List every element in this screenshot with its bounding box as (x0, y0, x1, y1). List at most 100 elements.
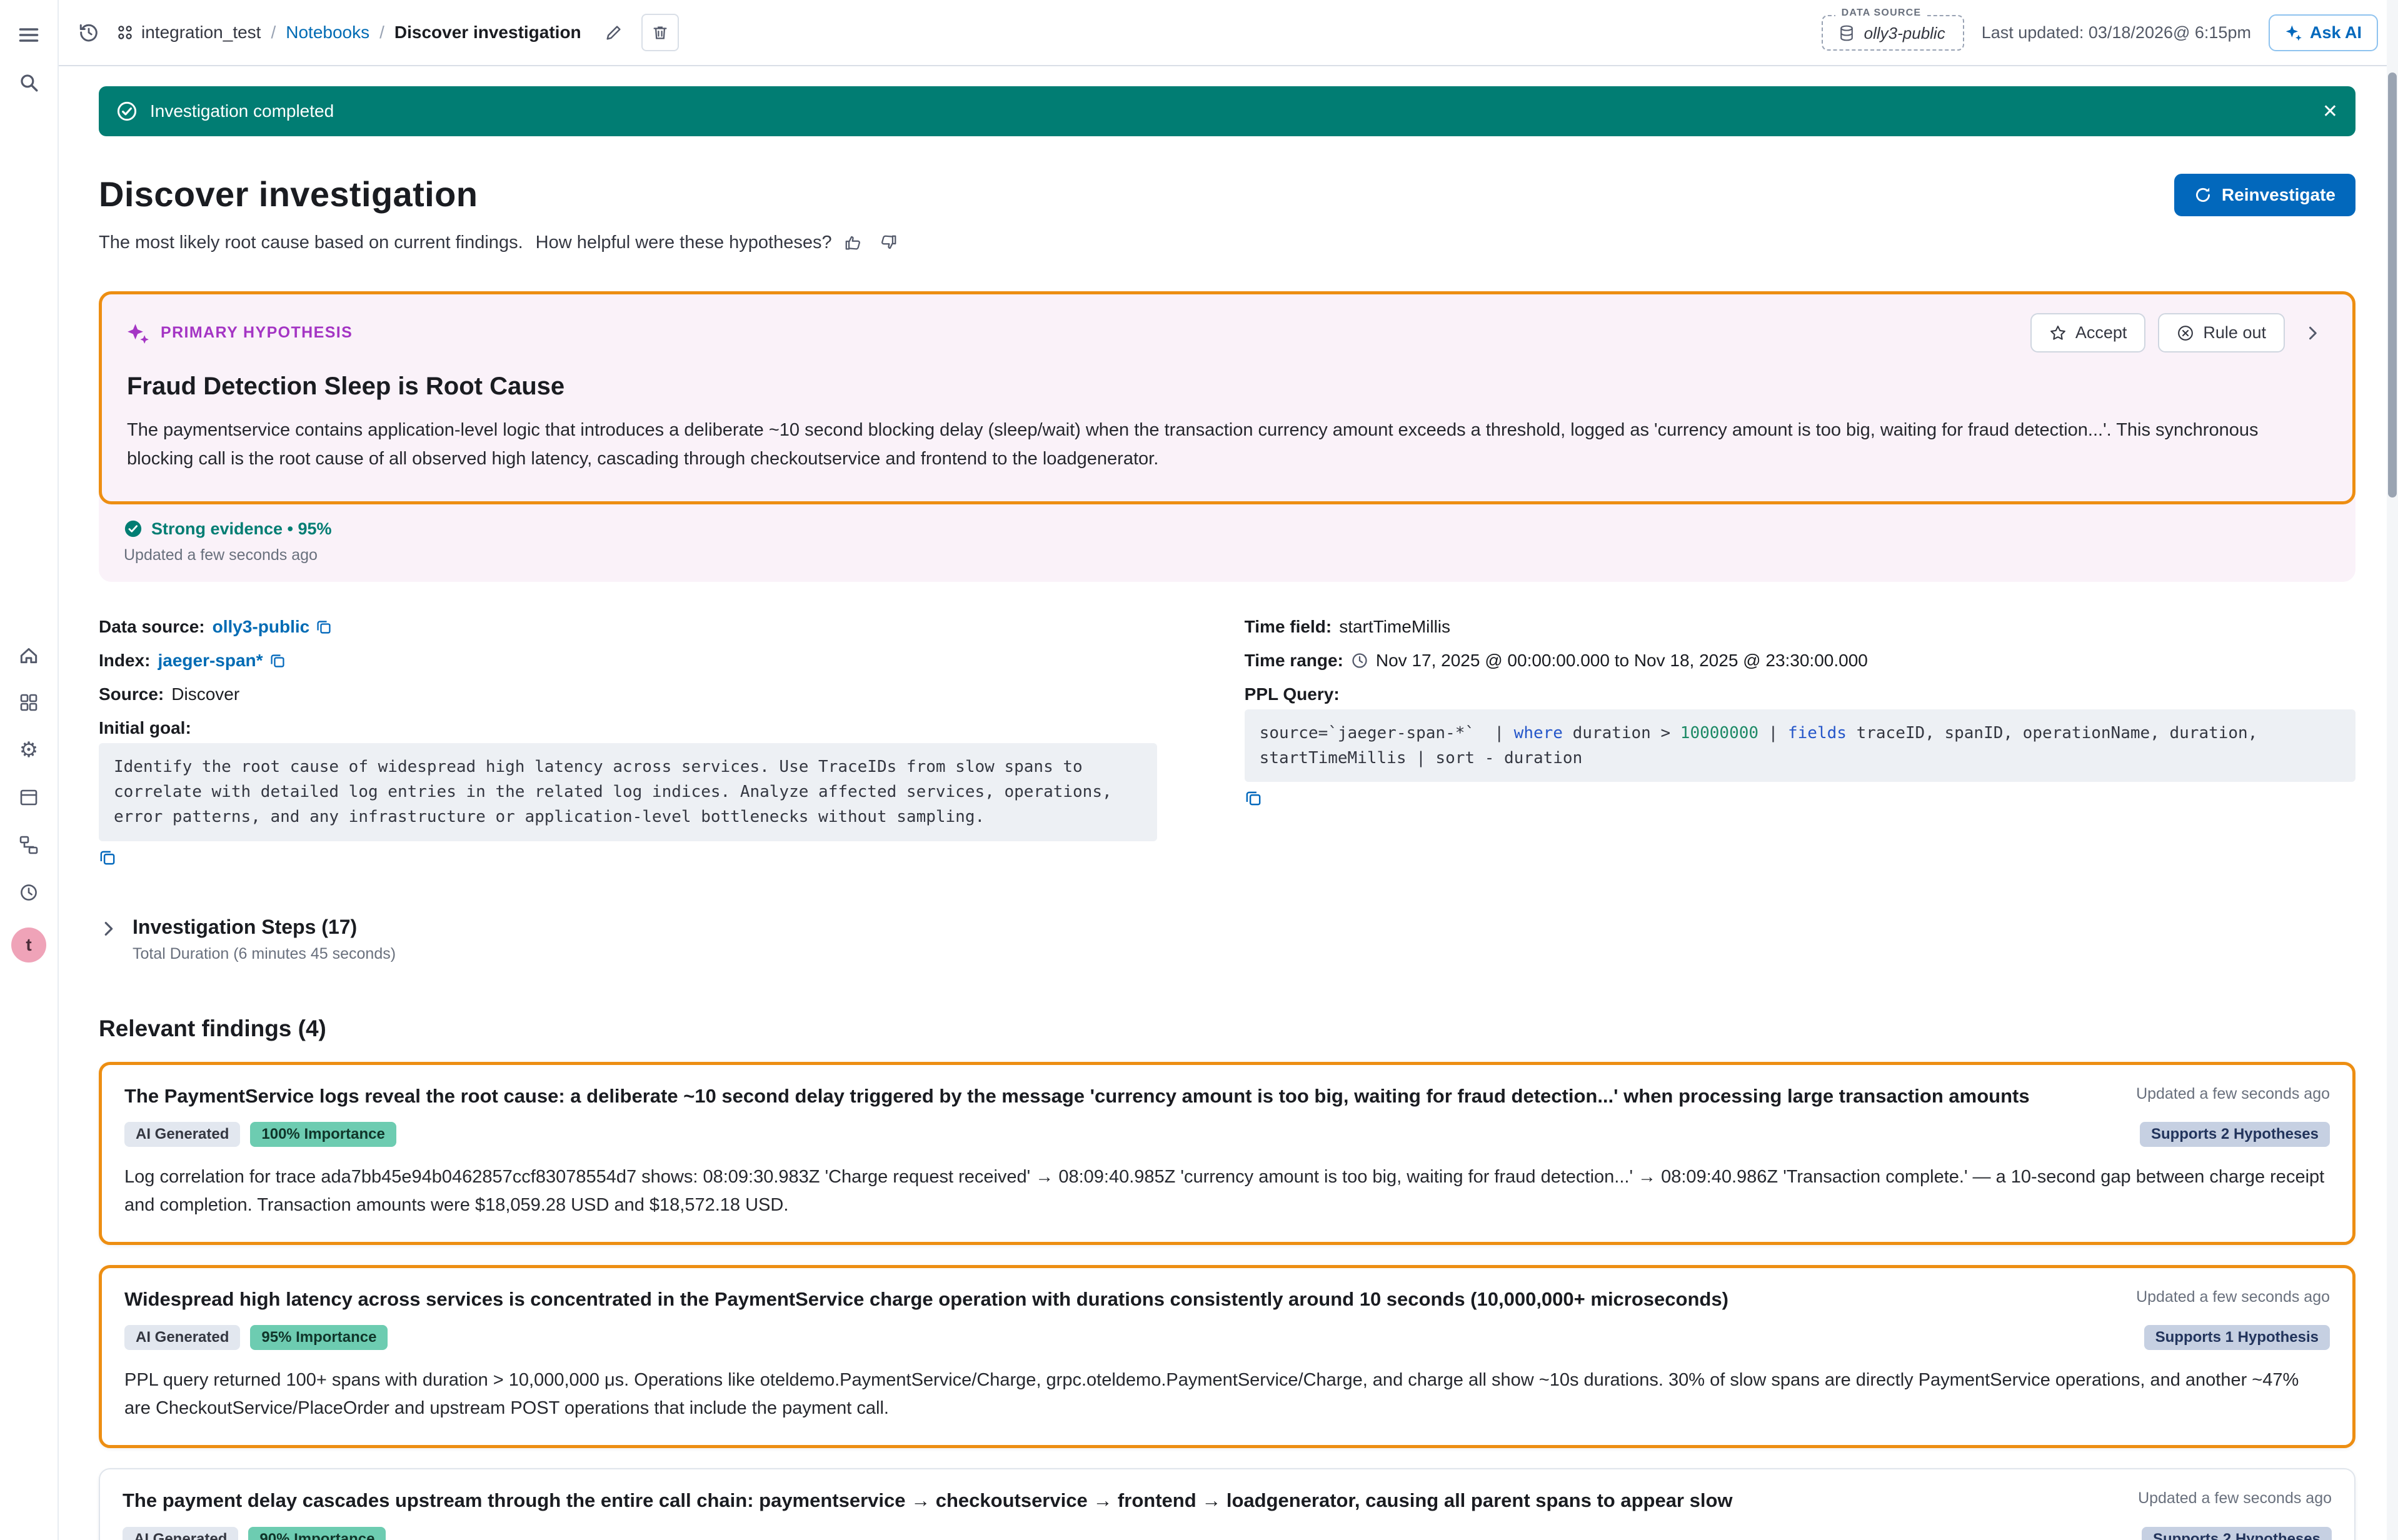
chevron-right-icon (99, 916, 118, 938)
page-title: Discover investigation (99, 174, 478, 214)
hypothesis-expand-button[interactable] (2297, 318, 2327, 348)
menu-button[interactable] (9, 15, 49, 55)
ai-generated-badge: AI Generated (124, 1122, 240, 1147)
finding-badges: AI Generated 95% Importance Supports 1 H… (124, 1325, 2330, 1350)
sidebar-item-settings[interactable]: ⚙ (9, 730, 49, 770)
thumbs-up-button[interactable] (840, 229, 867, 256)
evidence-check-icon (124, 519, 143, 538)
hamburger-icon (18, 24, 40, 46)
hypothesis-badge-label: PRIMARY HYPOTHESIS (161, 324, 353, 342)
supports-hypotheses-badge: Supports 2 Hypotheses (2142, 1527, 2332, 1540)
sidebar-item-home[interactable] (9, 635, 49, 675)
search-icon (18, 72, 39, 93)
copy-icon[interactable] (269, 652, 286, 669)
breadcrumb: integration_test / Notebooks / Discover … (116, 22, 581, 42)
finding-card[interactable]: Widespread high latency across services … (99, 1265, 2355, 1448)
supports-hypotheses-badge: Supports 1 Hypothesis (2144, 1325, 2330, 1350)
subtitle-row: The most likely root cause based on curr… (99, 229, 2355, 256)
breadcrumb-notebooks-link[interactable]: Notebooks (286, 22, 369, 42)
finding-header: The PaymentService logs reveal the root … (124, 1082, 2330, 1109)
sidebar-item-recent[interactable] (9, 872, 49, 912)
investigation-steps-title: Investigation Steps (17) (133, 916, 396, 939)
copy-icon[interactable] (316, 619, 332, 635)
finding-updated: Updated a few seconds ago (2138, 1487, 2332, 1508)
thumbs-down-button[interactable] (875, 229, 902, 256)
sidebar-item-apps[interactable] (9, 682, 49, 722)
ppl-label-row: PPL Query: (1245, 684, 2355, 704)
hypothesis-header: PRIMARY HYPOTHESIS Accept (127, 313, 2327, 352)
delete-button[interactable] (641, 14, 679, 51)
app-window: ⚙ t (0, 0, 2398, 1540)
time-range-value: Nov 17, 2025 @ 00:00:00.000 to Nov 18, 2… (1376, 651, 1868, 671)
close-icon: ✕ (2322, 101, 2338, 122)
rule-out-button[interactable]: Rule out (2158, 313, 2285, 352)
time-range-row: Time range: Nov 17, 2025 @ 00:00:00.000 … (1245, 651, 2355, 671)
history-button[interactable] (71, 15, 106, 50)
reinvestigate-label: Reinvestigate (2222, 185, 2335, 205)
data-source-row: Data source: olly3-public (99, 617, 1157, 637)
flow-icon (19, 835, 39, 855)
clock-icon (19, 882, 39, 902)
index-value: jaeger-span* (158, 651, 263, 671)
investigation-details: Data source: olly3-public Index: jaeger-… (99, 617, 2355, 871)
ppl-segment: duration > (1563, 724, 1680, 742)
initial-goal-text: Identify the root cause of widespread hi… (99, 743, 1157, 841)
breadcrumb-workspace-label: integration_test (141, 22, 261, 42)
avatar[interactable]: t (11, 928, 46, 962)
banner-close-button[interactable]: ✕ (2322, 101, 2338, 122)
copy-ppl-query-button[interactable] (1245, 789, 1262, 807)
circle-x-icon (2177, 324, 2194, 342)
primary-hypothesis-box: PRIMARY HYPOTHESIS Accept (99, 291, 2355, 504)
left-sidebar: ⚙ t (0, 0, 59, 1540)
check-circle-icon (116, 101, 138, 122)
time-field-label: Time field: (1245, 617, 1332, 637)
sidebar-item-workbench[interactable] (9, 778, 49, 818)
accept-label: Accept (2075, 323, 2127, 342)
thumbs-up-icon (844, 233, 863, 252)
finding-card[interactable]: The payment delay cascades upstream thro… (99, 1468, 2355, 1540)
data-source-selector[interactable]: DATA SOURCE olly3-public (1822, 15, 1964, 51)
ask-ai-button[interactable]: Ask AI (2269, 14, 2378, 51)
breadcrumb-workspace[interactable]: integration_test (116, 22, 261, 42)
finding-header: The payment delay cascades upstream thro… (123, 1487, 2332, 1514)
panel-icon (19, 788, 39, 808)
sidebar-item-flows[interactable] (9, 825, 49, 865)
data-source-chip-label: DATA SOURCE (1835, 8, 1928, 19)
investigation-steps-duration: Total Duration (6 minutes 45 seconds) (133, 945, 396, 963)
scrollbar-thumb[interactable] (2388, 72, 2397, 498)
copy-initial-goal-button[interactable] (99, 849, 116, 866)
page-content: Investigation completed ✕ Discover inves… (59, 66, 2398, 1540)
primary-hypothesis-card: PRIMARY HYPOTHESIS Accept (99, 291, 2355, 582)
index-label: Index: (99, 651, 150, 671)
topbar-right: DATA SOURCE olly3-public Last updated: 0… (1822, 14, 2378, 51)
data-source-chip-value: olly3-public (1864, 24, 1945, 43)
pencil-icon (605, 23, 623, 42)
ppl-segment: source=`jaeger-span-*` | (1260, 724, 1514, 742)
page-subtitle: The most likely root cause based on curr… (99, 232, 523, 253)
data-source-link[interactable]: olly3-public (213, 617, 333, 637)
finding-header: Widespread high latency across services … (124, 1286, 2330, 1312)
accept-button[interactable]: Accept (2030, 313, 2146, 352)
reinvestigate-button[interactable]: Reinvestigate (2174, 174, 2355, 216)
history-icon (78, 22, 99, 43)
refresh-icon (2194, 186, 2212, 204)
ai-sparkle-icon (127, 322, 149, 344)
finding-card[interactable]: The PaymentService logs reveal the root … (99, 1062, 2355, 1245)
source-row: Source: Discover (99, 684, 1157, 704)
importance-badge: 95% Importance (250, 1325, 388, 1350)
ai-generated-badge: AI Generated (123, 1527, 238, 1540)
vertical-scrollbar[interactable] (2387, 0, 2398, 1540)
finding-body: PPL query returned 100+ spans with durat… (124, 1366, 2330, 1422)
index-row: Index: jaeger-span* (99, 651, 1157, 671)
rename-button[interactable] (596, 15, 631, 50)
finding-badges: AI Generated 90% Importance Supports 2 H… (123, 1527, 2332, 1540)
finding-body: Log correlation for trace ada7bb45e94b04… (124, 1163, 2330, 1219)
finding-updated: Updated a few seconds ago (2136, 1082, 2330, 1103)
ppl-keyword: where (1514, 724, 1563, 742)
apps-icon (19, 692, 39, 712)
sidebar-search-button[interactable] (9, 62, 49, 102)
index-link[interactable]: jaeger-span* (158, 651, 285, 671)
investigation-steps-toggle[interactable]: Investigation Steps (17) Total Duration … (99, 916, 2355, 963)
finding-title: The payment delay cascades upstream thro… (123, 1487, 2115, 1514)
source-value: Discover (171, 684, 239, 704)
